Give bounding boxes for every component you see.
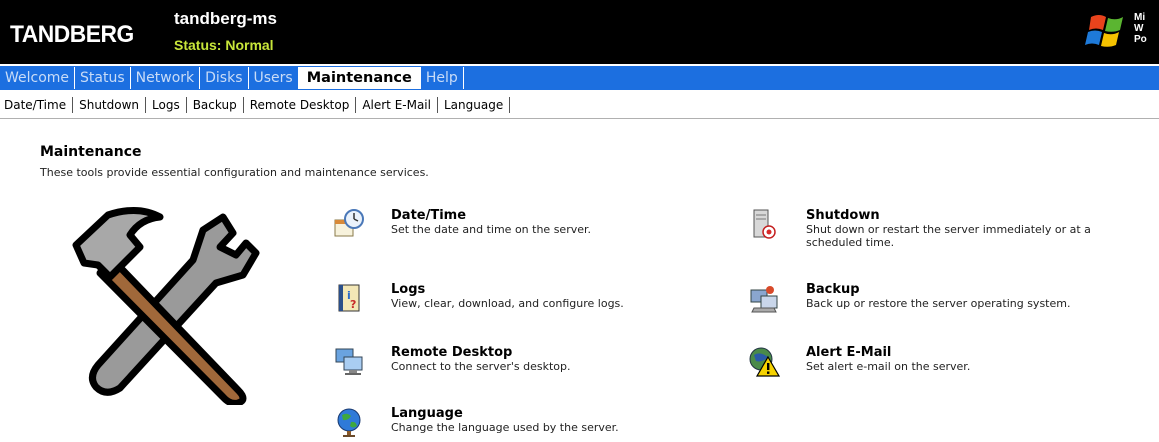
tab-disks[interactable]: Disks: [200, 67, 249, 89]
subnav-language[interactable]: Language: [438, 97, 511, 113]
tool-shutdown[interactable]: Shutdown Shut down or restart the server…: [748, 208, 1108, 249]
page-description: These tools provide essential configurat…: [40, 166, 429, 179]
tool-description: Change the language used by the server.: [391, 421, 619, 434]
tool-alert-email[interactable]: Alert E-Mail Set alert e-mail on the ser…: [748, 345, 970, 377]
subnav-backup[interactable]: Backup: [187, 97, 244, 113]
clock-calendar-icon: [334, 209, 364, 237]
remote-desktop-icon: [335, 348, 363, 375]
subnav-remote-desktop[interactable]: Remote Desktop: [244, 97, 357, 113]
svg-text:?: ?: [350, 298, 356, 311]
tool-description: View, clear, download, and configure log…: [391, 297, 624, 310]
globe-icon: [337, 408, 361, 437]
server-power-icon: [753, 209, 776, 239]
log-book-icon: i ?: [338, 284, 360, 312]
backup-icon: [750, 286, 778, 313]
tab-users[interactable]: Users: [249, 67, 299, 89]
tool-description: Set alert e-mail on the server.: [806, 360, 971, 373]
tab-welcome[interactable]: Welcome: [0, 67, 76, 89]
tool-backup[interactable]: Backup Back up or restore the server ope…: [748, 282, 1070, 314]
main-nav: Welcome Status Network Disks Users Maint…: [0, 66, 1159, 90]
subnav-logs[interactable]: Logs: [146, 97, 187, 113]
tool-description: Shut down or restart the server immediat…: [806, 223, 1091, 249]
tab-status[interactable]: Status: [75, 67, 131, 89]
tool-title[interactable]: Date/Time: [391, 208, 591, 223]
tab-network[interactable]: Network: [131, 67, 201, 89]
tool-date-time[interactable]: Date/Time Set the date and time on the s…: [333, 208, 591, 240]
tool-title[interactable]: Shutdown: [806, 208, 1108, 223]
tool-description: Back up or restore the server operating …: [806, 297, 1071, 310]
tool-title[interactable]: Logs: [391, 282, 624, 297]
tool-remote-desktop[interactable]: Remote Desktop Connect to the server's d…: [333, 345, 571, 377]
tab-help[interactable]: Help: [421, 67, 464, 89]
tab-maintenance[interactable]: Maintenance: [298, 67, 421, 89]
alert-email-icon: [749, 347, 780, 377]
windows-logo-icon: [1085, 15, 1123, 47]
status-text: Status: Normal: [174, 37, 274, 53]
subnav-date-time[interactable]: Date/Time: [0, 97, 74, 113]
tool-title[interactable]: Alert E-Mail: [806, 345, 970, 360]
tool-title[interactable]: Language: [391, 406, 619, 421]
tool-description: Connect to the server's desktop.: [391, 360, 571, 373]
tool-logs[interactable]: i ? Logs View, clear, download, and conf…: [333, 282, 624, 314]
tool-title[interactable]: Backup: [806, 282, 1070, 297]
header-bar: TANDBERG tandberg-ms Status: Normal Mi W…: [0, 0, 1159, 64]
brand-logo: TANDBERG: [10, 21, 134, 48]
page-title: Maintenance: [40, 144, 142, 160]
subnav-alert-email[interactable]: Alert E-Mail: [356, 97, 438, 113]
server-name: tandberg-ms: [174, 9, 277, 28]
hammer-wrench-icon: [72, 207, 260, 405]
sub-nav: Date/Time Shutdown Logs Backup Remote De…: [0, 92, 1159, 119]
windows-wordmark: Mi W Po: [1134, 12, 1147, 45]
tool-language[interactable]: Language Change the language used by the…: [333, 406, 619, 438]
tool-title[interactable]: Remote Desktop: [391, 345, 571, 360]
subnav-shutdown[interactable]: Shutdown: [73, 97, 147, 113]
tool-description: Set the date and time on the server.: [391, 223, 592, 236]
